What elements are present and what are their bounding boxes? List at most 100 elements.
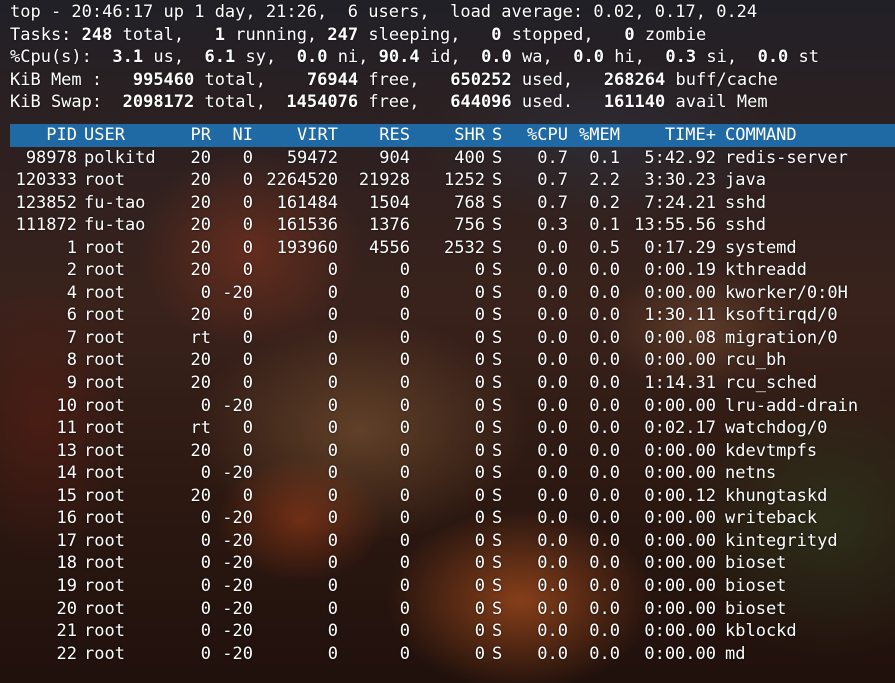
process-user: root [84, 170, 125, 191]
process-priority: 20 [190, 192, 211, 213]
process-res: 0 [399, 350, 410, 371]
process-command: kthreadd [725, 260, 807, 281]
process-mem: 0.0 [589, 440, 620, 461]
process-state: S [492, 237, 503, 258]
process-state: S [492, 575, 503, 596]
process-shr: 0 [474, 327, 485, 348]
process-pid: 17 [56, 530, 77, 551]
process-state: S [492, 530, 503, 551]
table-row: 11 root rt 0 0 0 0 S 0.0 0.0 0:02.17 watchdog/0 [10, 417, 895, 440]
process-nice: 0 [242, 373, 253, 394]
tasks-zombie-label: zombie [644, 24, 707, 45]
process-shr: 756 [454, 215, 485, 236]
process-pid: 9 [66, 373, 77, 394]
process-mem: 0.0 [589, 282, 620, 303]
process-res: 0 [399, 485, 410, 506]
process-priority: 20 [190, 170, 211, 191]
process-priority: 20 [190, 440, 211, 461]
table-row: 16 root 0 -20 0 0 0 S 0.0 0.0 0:00.00 writeback [10, 507, 895, 530]
tasks-label: Tasks: [10, 24, 72, 45]
process-nice: -20 [222, 508, 253, 529]
process-nice: 0 [242, 485, 253, 506]
process-state: S [492, 215, 503, 236]
process-virt: 0 [327, 260, 338, 281]
tasks-sleeping-label: sleeping, [368, 24, 461, 45]
process-mem: 0.1 [589, 215, 620, 236]
process-shr: 400 [454, 147, 485, 168]
table-row: 10 root 0 -20 0 0 0 S 0.0 0.0 0:00.00 lru-add-drain [10, 395, 895, 418]
process-user: root [84, 485, 125, 506]
process-res: 0 [399, 305, 410, 326]
mem-total-label: total, [204, 69, 266, 90]
process-priority: 0 [200, 575, 211, 596]
cpu-wa-label: wa, [522, 47, 553, 68]
process-mem: 0.0 [589, 621, 620, 642]
swap-total-label: total, [204, 92, 266, 113]
process-user: fu-tao [84, 215, 146, 236]
process-time: 0:00.00 [644, 350, 716, 371]
process-res: 0 [399, 575, 410, 596]
process-priority: 20 [190, 485, 211, 506]
col-cpu: %CPU [527, 124, 568, 145]
tasks-stopped: 0 [491, 24, 502, 45]
process-cpu: 0.0 [537, 485, 568, 506]
table-row: 111872 fu-tao 20 0 161536 1376 756 S 0.3 0.1 13:55… [10, 214, 895, 237]
process-nice: 0 [242, 215, 253, 236]
process-mem: 0.0 [589, 508, 620, 529]
process-mem: 0.1 [589, 147, 620, 168]
process-priority: 0 [200, 463, 211, 484]
process-command: rcu_bh [725, 350, 787, 371]
process-priority: 20 [190, 373, 211, 394]
process-virt: 0 [327, 463, 338, 484]
process-cpu: 0.7 [537, 192, 568, 213]
process-pid: 8 [66, 350, 77, 371]
process-mem: 0.0 [589, 643, 620, 664]
process-mem: 0.0 [589, 305, 620, 326]
swap-label: KiB Swap: [10, 92, 103, 113]
cpu-si: 0.3 [665, 47, 697, 68]
process-table-body: 98978 polkitd 20 0 59472 904 400 S 0.7 0.1 5:42.92… [10, 147, 895, 666]
process-user: root [84, 575, 125, 596]
mem-used-label: used, [521, 69, 574, 90]
process-pid: 22 [56, 643, 77, 664]
process-command: kworker/0:0H [725, 282, 848, 303]
process-cpu: 0.0 [537, 621, 568, 642]
process-state: S [492, 485, 503, 506]
process-cpu: 0.0 [537, 463, 568, 484]
process-time: 1:30.11 [644, 305, 716, 326]
process-res: 0 [399, 463, 410, 484]
tasks-total-label: total, [122, 24, 185, 45]
process-virt: 0 [327, 350, 338, 371]
process-mem: 0.0 [589, 260, 620, 281]
cpu-st-label: st [798, 47, 820, 68]
process-shr: 2532 [444, 237, 485, 258]
process-user: root [84, 530, 125, 551]
process-mem: 0.0 [589, 373, 620, 394]
process-command: kintegrityd [725, 530, 838, 551]
col-res: RES [379, 124, 410, 145]
process-user: root [84, 373, 125, 394]
process-state: S [492, 598, 503, 619]
table-row: 1 root 20 0 193960 4556 2532 S 0.0 0.5 0:17.29 syst… [10, 237, 895, 260]
process-pid: 111872 [15, 215, 77, 236]
process-res: 0 [399, 643, 410, 664]
cpu-si-label: si, [706, 47, 738, 68]
process-state: S [492, 508, 503, 529]
process-command: sshd [725, 192, 766, 213]
process-state: S [492, 463, 503, 484]
process-priority: 0 [200, 508, 211, 529]
process-mem: 0.5 [589, 237, 620, 258]
process-shr: 0 [474, 553, 485, 574]
process-res: 1376 [369, 215, 410, 236]
process-mem: 0.0 [589, 575, 620, 596]
cpu-hi: 0.0 [573, 47, 604, 68]
process-res: 0 [399, 440, 410, 461]
process-res: 0 [399, 621, 410, 642]
process-cpu: 0.3 [537, 215, 568, 236]
table-row: 18 root 0 -20 0 0 0 S 0.0 0.0 0:00.00 bioset [10, 552, 895, 575]
mem-total: 995460 [132, 69, 195, 90]
process-state: S [492, 553, 503, 574]
process-virt: 0 [327, 418, 338, 439]
process-pid: 15 [56, 485, 77, 506]
mem-line: KiB Mem : 995460 total, 76944 free, 6502… [10, 69, 895, 92]
